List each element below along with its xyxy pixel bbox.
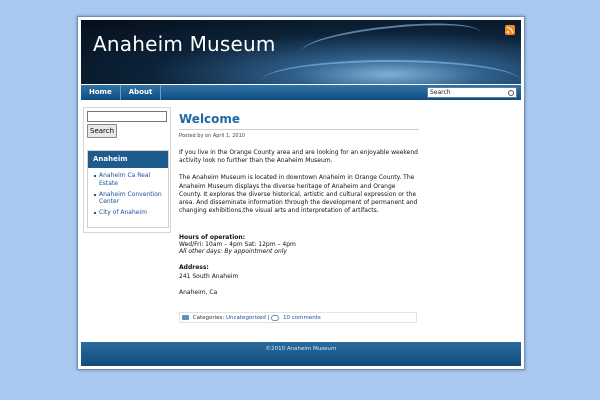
link-city-of-anaheim[interactable]: City of Anaheim <box>94 209 168 217</box>
header-light-streak <box>261 60 521 84</box>
widget-link-list: Anaheim Ca Real Estate Anaheim Conventio… <box>88 172 168 217</box>
site-footer: ©2010 Anaheim Museum <box>81 342 521 366</box>
hours-note: All other days: By appointment only <box>179 248 287 256</box>
sidebar: Search Anaheim Information Anaheim Ca Re… <box>83 107 171 233</box>
anaheim-info-widget: Anaheim Information Anaheim Ca Real Esta… <box>87 150 169 228</box>
sidebar-search-input[interactable] <box>87 111 167 122</box>
address-label: Address: <box>179 264 209 272</box>
copyright-text: ©2010 Anaheim Museum <box>265 346 337 352</box>
site-header: Anaheim Museum <box>81 20 521 84</box>
nav-home[interactable]: Home <box>81 85 121 100</box>
folder-icon <box>182 315 189 320</box>
post-footer: Categories: Uncategorized | 10 comments <box>179 312 417 323</box>
footer-separator: | <box>267 315 270 321</box>
main-nav: Home About Search <box>81 85 521 100</box>
widget-title: Anaheim Information <box>88 151 168 180</box>
rss-icon[interactable] <box>505 25 515 35</box>
link-real-estate[interactable]: Anaheim Ca Real Estate <box>94 172 168 187</box>
address-line-2: Anaheim, Ca <box>179 288 218 296</box>
nav-search-input[interactable]: Search <box>427 87 517 98</box>
nav-search-value: Search <box>430 89 451 96</box>
title-divider <box>179 129 419 130</box>
link-convention-center[interactable]: Anaheim Convention Center <box>94 191 168 206</box>
comment-icon <box>271 314 280 321</box>
post-title[interactable]: Welcome <box>179 111 419 127</box>
post: Welcome Posted by on April 1, 2010 If yo… <box>179 111 419 297</box>
page-frame: Anaheim Museum Home About Search Search … <box>77 16 525 370</box>
hours-label: Hours of operation: <box>179 234 246 242</box>
category-link[interactable]: Uncategorized <box>226 315 266 321</box>
comments-link[interactable]: 10 comments <box>283 315 321 321</box>
post-meta: Posted by on April 1, 2010 <box>179 133 245 139</box>
nav-about[interactable]: About <box>121 85 162 100</box>
post-paragraph-description: The Anaheim Museum is located in downtow… <box>179 174 418 215</box>
post-paragraph-intro: If you live in the Orange County area an… <box>179 149 418 165</box>
categories-label: Categories: <box>192 315 225 321</box>
sidebar-search-button[interactable]: Search <box>87 124 118 138</box>
hours-value: Wed/Fri: 10am – 4pm Sat: 12pm – 4pm <box>179 241 296 249</box>
address-line-1: 241 South Anaheim <box>179 272 239 280</box>
site-title[interactable]: Anaheim Museum <box>93 32 276 56</box>
search-icon[interactable] <box>508 90 514 96</box>
